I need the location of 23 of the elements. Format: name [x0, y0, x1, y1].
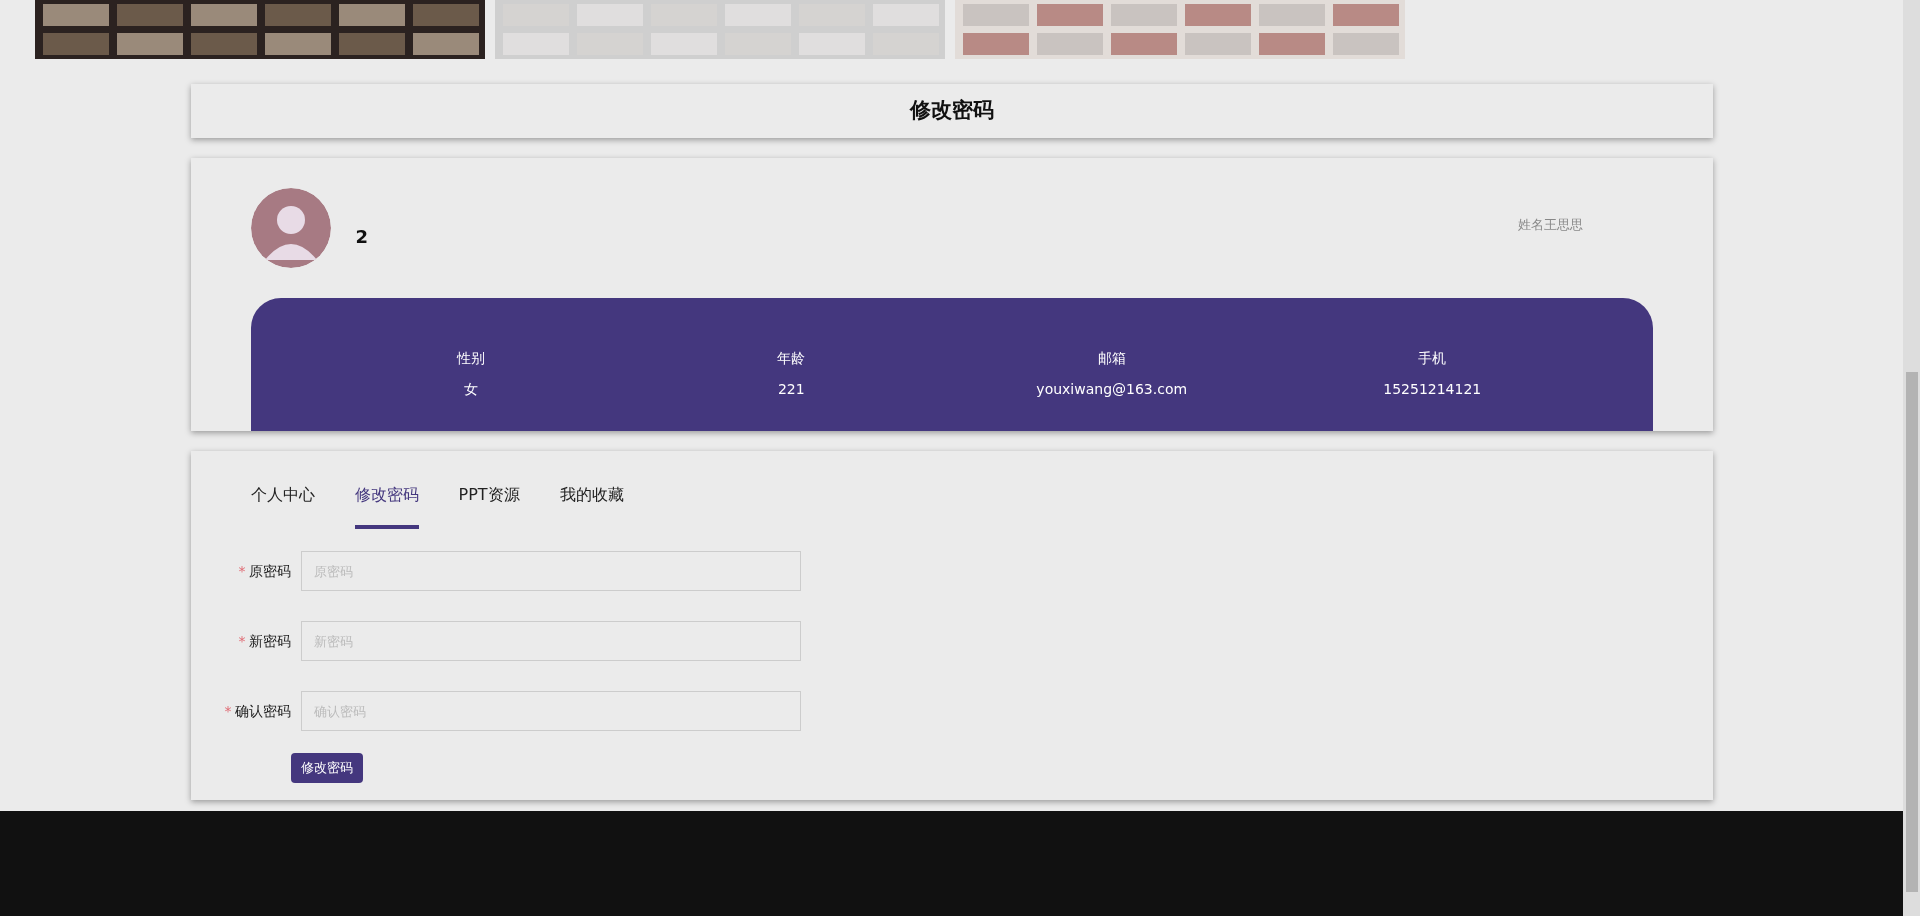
stat-value: 女 [463, 380, 478, 399]
stat-value: 221 [777, 380, 805, 399]
tab[interactable]: 个人中心 [250, 473, 315, 529]
real-name: 姓名王思思 [1517, 216, 1583, 235]
label-text: 原密码 [248, 562, 291, 579]
tab[interactable]: PPT资源 [458, 473, 520, 529]
scrollbar[interactable] [1903, 0, 1920, 916]
stat-label: 邮箱 [1097, 349, 1126, 368]
required-mark: * [224, 702, 232, 719]
stat-value: youxiwang@163.com [1036, 380, 1188, 399]
tab[interactable]: 我的收藏 [559, 473, 624, 529]
page-title: 修改密码 [909, 97, 994, 125]
required-mark: * [238, 562, 246, 579]
stat-label: 手机 [1418, 349, 1447, 368]
username: 2 [355, 224, 369, 249]
label-text: 新密码 [248, 632, 291, 649]
tab[interactable]: 修改密码 [354, 473, 419, 529]
submit-button[interactable]: 修改密码 [290, 753, 363, 783]
stat-label: 年龄 [777, 349, 806, 368]
stat-label: 性别 [456, 349, 485, 368]
label-text: 确认密码 [234, 702, 291, 719]
required-mark: * [238, 632, 246, 649]
stat-value: 15251214121 [1383, 380, 1482, 399]
